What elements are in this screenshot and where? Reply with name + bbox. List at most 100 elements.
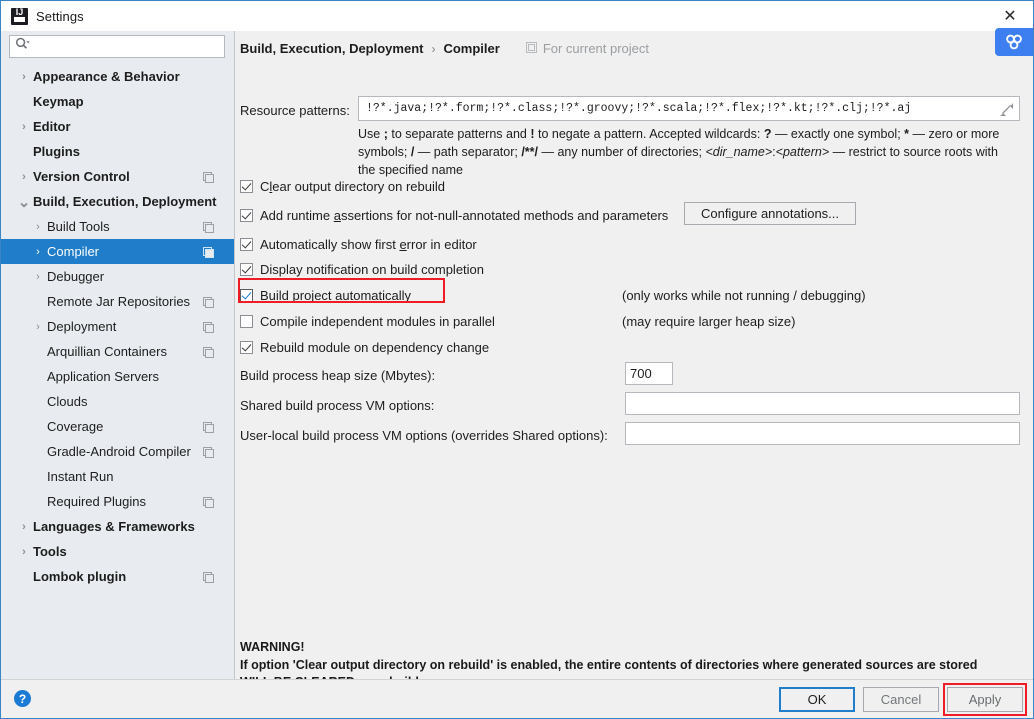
help-icon[interactable]: ? [14, 690, 31, 707]
checkbox-input[interactable] [240, 289, 253, 302]
project-scope-text: For current project [542, 41, 650, 56]
sidebar-item-label: Coverage [47, 419, 104, 434]
input-build-process-heap-size-mbytes[interactable] [625, 362, 673, 385]
chevron-right-icon: › [22, 545, 26, 558]
project-scope-icon [203, 171, 214, 186]
help-t4: — exactly one symbol; [771, 127, 905, 141]
chevron-right-icon: › [22, 70, 26, 83]
resource-patterns-input[interactable] [364, 98, 984, 119]
cancel-button[interactable]: Cancel [863, 687, 939, 712]
sidebar-item-remote-jar-repositories[interactable]: ›Remote Jar Repositories [1, 289, 234, 314]
configure-annotations-button[interactable]: Configure annotations... [684, 202, 856, 225]
option-hint: (may require larger heap size) [622, 314, 796, 329]
resource-patterns-field[interactable] [358, 96, 1020, 121]
checkbox-input[interactable] [240, 341, 253, 354]
checkbox-display-notification-on-build-completion[interactable]: Display notification on build completion [240, 262, 484, 277]
ok-button[interactable]: OK [779, 687, 855, 712]
checkbox-build-project-automatically[interactable]: Build project automatically [240, 288, 411, 303]
sidebar-item-label: Clouds [47, 394, 88, 409]
checkbox-rebuild-module-on-dependency-change[interactable]: Rebuild module on dependency change [240, 340, 489, 355]
sidebar-item-gradle-android-compiler[interactable]: ›Gradle-Android Compiler [1, 439, 234, 464]
checkbox-input[interactable] [240, 209, 253, 222]
resource-patterns-help: Use ; to separate patterns and ! to nega… [358, 125, 1018, 179]
sidebar-item-version-control[interactable]: › Version Control [1, 164, 234, 189]
checkbox-input[interactable] [240, 315, 253, 328]
sidebar-item-label: Gradle-Android Compiler [47, 444, 191, 459]
project-scope-icon [203, 571, 214, 586]
sidebar-item-label: Compiler [47, 244, 100, 259]
sidebar-item-application-servers[interactable]: ›Application Servers [1, 364, 234, 389]
sidebar-item-build-tools[interactable]: › Build Tools [1, 214, 234, 239]
checkbox-label: Display notification on build completion [260, 262, 484, 277]
checkbox-compile-independent-modules-in-parallel[interactable]: Compile independent modules in parallel [240, 314, 495, 329]
input-shared-build-process-vm-options[interactable] [625, 392, 1020, 415]
label-user-local-build-process-vm-options-overrides-shared-options: User-local build process VM options (ove… [240, 428, 608, 443]
checkbox-label: Automatically show first error in editor [260, 237, 477, 252]
search-box[interactable] [9, 35, 225, 58]
help-doublestar: /**/ [521, 145, 538, 159]
checkbox-label-mnemonic: a [333, 208, 341, 223]
sidebar-item-label: Application Servers [47, 369, 159, 384]
sidebar-item-coverage[interactable]: ›Coverage [1, 414, 234, 439]
sidebar-item-build-execution-deployment[interactable]: ⌄ Build, Execution, Deployment [1, 189, 234, 214]
checkbox-automatically-show-first-error-in-editor[interactable]: Automatically show first error in editor [240, 237, 477, 252]
chevron-right-icon: › [36, 270, 40, 283]
sidebar-item-debugger[interactable]: › Debugger [1, 264, 234, 289]
close-icon[interactable]: ✕ [987, 1, 1033, 31]
intellij-idea-icon [11, 7, 28, 25]
sidebar-item-required-plugins[interactable]: ›Required Plugins [1, 489, 234, 514]
breadcrumb-separator: › [431, 41, 436, 56]
breadcrumb: Build, Execution, Deployment › Compiler … [240, 41, 649, 56]
expand-icon[interactable] [1000, 103, 1013, 121]
sidebar-item-label: Remote Jar Repositories [47, 294, 191, 309]
sidebar-item-lombok-plugin[interactable]: ›Lombok plugin [1, 564, 234, 589]
sidebar-item-arquillian-containers[interactable]: ›Arquillian Containers [1, 339, 234, 364]
sidebar-item-appearance-behavior[interactable]: › Appearance & Behavior [1, 64, 234, 89]
sidebar-item-label: Arquillian Containers [47, 344, 167, 359]
input-user-local-build-process-vm-options-overrides-shared-options[interactable] [625, 422, 1020, 445]
checkbox-label: Build project automatically [260, 288, 411, 303]
project-scope-icon [203, 321, 214, 336]
sidebar-item-languages-frameworks[interactable]: › Languages & Frameworks [1, 514, 234, 539]
help-t1: Use [358, 127, 384, 141]
sidebar-item-deployment[interactable]: › Deployment [1, 314, 234, 339]
sidebar-item-label: Keymap [33, 94, 84, 109]
dialog-footer: ? https://blog.csdn.net/r Hg900 OK Cance… [1, 679, 1033, 718]
sidebar-item-clouds[interactable]: ›Clouds [1, 389, 234, 414]
option-hint: (only works while not running / debuggin… [622, 288, 866, 303]
apply-button[interactable]: Apply [947, 687, 1023, 712]
project-scope-icon [525, 41, 537, 56]
help-t7: — any number of directories; [538, 145, 706, 159]
share-cloud-icon[interactable] [995, 28, 1033, 56]
project-scope-icon [203, 446, 214, 461]
sidebar-item-keymap[interactable]: ›Keymap [1, 89, 234, 114]
chevron-right-icon: › [22, 520, 26, 533]
sidebar-item-tools[interactable]: › Tools [1, 539, 234, 564]
search-input[interactable] [34, 37, 214, 56]
sidebar-item-plugins[interactable]: ›Plugins [1, 139, 234, 164]
chevron-right-icon: › [22, 170, 26, 183]
sidebar-item-label: Deployment [47, 319, 117, 334]
checkbox-input[interactable] [240, 238, 253, 251]
checkbox-add-runtime-assertions-for-not-null-annotated-methods-and-parameters[interactable]: Add runtime assertions for not-null-anno… [240, 208, 668, 223]
checkbox-clear-output-directory-on-rebuild[interactable]: Clear output directory on rebuild [240, 179, 445, 194]
help-dirname: <dir_name> [705, 145, 773, 159]
sidebar-item-editor[interactable]: › Editor [1, 114, 234, 139]
sidebar-item-label: Debugger [47, 269, 105, 284]
checkbox-label-pre: Rebuild module on dependency change [260, 340, 490, 355]
checkbox-input[interactable] [240, 180, 253, 193]
checkbox-label-pre: Add runtime [260, 208, 334, 223]
sidebar-item-instant-run[interactable]: ›Instant Run [1, 464, 234, 489]
chevron-right-icon: › [36, 220, 40, 233]
checkbox-label-pre: Build project automatically [260, 288, 412, 303]
checkbox-label: Compile independent modules in parallel [260, 314, 495, 329]
checkbox-label-pre: C [260, 179, 270, 194]
help-t2: to separate patterns and [387, 127, 531, 141]
checkbox-label-post: ssertions for not-null-annotated methods… [340, 208, 669, 223]
sidebar-item-compiler[interactable]: › Compiler [1, 239, 234, 264]
checkbox-label: Clear output directory on rebuild [260, 179, 445, 194]
checkbox-input[interactable] [240, 263, 253, 276]
search-icon [15, 37, 30, 56]
project-scope-label: For current project [525, 41, 650, 56]
breadcrumb-root[interactable]: Build, Execution, Deployment [240, 41, 423, 56]
